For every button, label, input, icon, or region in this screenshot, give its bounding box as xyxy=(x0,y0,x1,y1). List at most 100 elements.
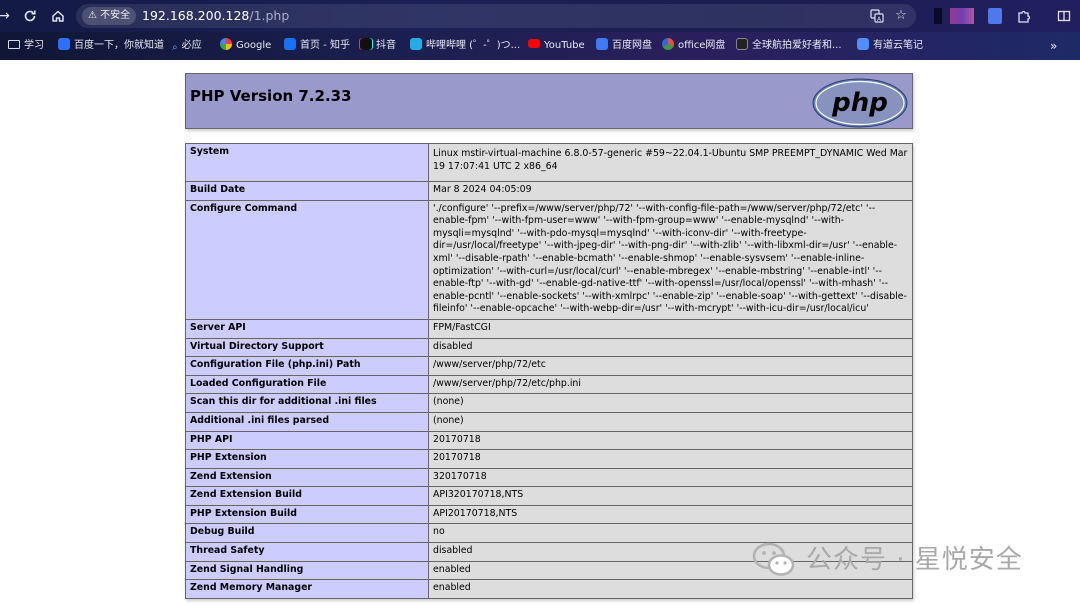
phpinfo-value: /www/server/php/72/etc xyxy=(428,356,913,376)
phpinfo-key: PHP API xyxy=(185,430,429,451)
bookmark-item[interactable]: 抖音 xyxy=(360,32,396,60)
phpinfo-row: Zend Memory Manager enabled xyxy=(185,579,913,599)
extension-icon[interactable] xyxy=(934,8,942,24)
bookmark-item-folder[interactable]: 学习 xyxy=(8,32,44,60)
phpinfo-value: FPM/FastCGI xyxy=(428,318,913,339)
bookmark-item[interactable]: office网盘 xyxy=(662,32,725,60)
phpinfo-key: Zend Extension xyxy=(185,467,429,488)
home-icon[interactable] xyxy=(48,6,68,26)
skypixel-icon xyxy=(736,38,748,50)
google-icon xyxy=(220,38,232,50)
phpinfo-value: './configure' '--prefix=/www/server/php/… xyxy=(428,199,913,320)
zhihu-icon xyxy=(284,38,296,50)
bookmarks-bar: 学习 百度一下，你就知道 ⌕ 必应 Google 首页 - 知乎 抖音 哔哩哔哩 … xyxy=(0,32,1080,60)
phpinfo-key: Zend Signal Handling xyxy=(185,560,429,581)
php-version-title: PHP Version 7.2.33 xyxy=(190,87,352,105)
extension-icon-2[interactable] xyxy=(988,8,1002,24)
phpinfo-value: API20170718,NTS xyxy=(428,504,913,525)
office-icon xyxy=(662,38,674,50)
phpinfo-row: Zend Signal Handling enabled xyxy=(185,560,913,581)
phpinfo-key: Zend Extension Build xyxy=(185,486,429,506)
youdao-note-icon xyxy=(857,38,869,50)
url-path: /1.php xyxy=(249,8,290,23)
phpinfo-key: Additional .ini files parsed xyxy=(185,411,429,432)
phpinfo-key: Thread Safety xyxy=(185,542,429,562)
bookmark-item[interactable]: 全球航拍爱好者和... xyxy=(736,32,842,60)
douyin-icon xyxy=(360,38,372,50)
bookmark-item[interactable]: 哔哩哔哩 (゜-゜)つ... xyxy=(410,32,520,60)
folder-icon xyxy=(8,40,20,49)
phpinfo-row: PHP API 20170718 xyxy=(185,430,913,451)
profile-avatar[interactable] xyxy=(950,8,974,24)
phpinfo-key: PHP Extension xyxy=(185,449,429,469)
phpinfo-row: Configure Command './configure' '--prefix… xyxy=(185,199,913,320)
phpinfo-key: Zend Memory Manager xyxy=(185,579,429,599)
reload-icon[interactable] xyxy=(20,6,40,26)
url-text[interactable]: 192.168.200.128/1.php xyxy=(142,4,289,28)
search-icon: ⌕ xyxy=(172,42,178,53)
phpinfo-key: Configure Command xyxy=(185,199,429,320)
phpinfo-value: 20170718 xyxy=(428,430,913,451)
phpinfo-row: Scan this dir for additional .ini files(… xyxy=(185,393,913,413)
phpinfo-container: PHP Version 7.2.33 php System Linux mstir… xyxy=(185,73,913,599)
phpinfo-key: System xyxy=(185,143,429,182)
phpinfo-row: Loaded Configuration File/www/server/php… xyxy=(185,374,913,395)
address-bar[interactable]: ⚠ 不安全 192.168.200.128/1.php A ☆ xyxy=(76,4,916,28)
phpinfo-row: Build Date Mar 8 2024 04:05:09 xyxy=(185,181,913,201)
bookmark-item[interactable]: 首页 - 知乎 xyxy=(284,32,350,60)
phpinfo-value: (none) xyxy=(428,393,913,413)
phpinfo-key: Build Date xyxy=(185,181,429,201)
url-host: 192.168.200.128 xyxy=(142,8,250,23)
more-bookmarks-icon[interactable]: » xyxy=(1050,32,1057,60)
bookmark-item[interactable]: 百度一下，你就知道 xyxy=(58,32,164,60)
bookmark-item[interactable]: 百度网盘 xyxy=(596,32,652,60)
wechat-icon xyxy=(752,542,795,576)
phpinfo-row: PHP Extension 20170718 xyxy=(185,449,913,469)
phpinfo-key: Configuration File (php.ini) Path xyxy=(185,356,429,376)
translate-icon[interactable]: A xyxy=(868,7,886,25)
bookmark-item[interactable]: Google xyxy=(220,32,271,60)
phpinfo-key: Debug Build xyxy=(185,523,429,544)
phpinfo-key: Server API xyxy=(185,318,429,339)
phpinfo-key: PHP Extension Build xyxy=(185,504,429,525)
bilibili-icon xyxy=(410,38,422,50)
phpinfo-row: Thread Safety disabled xyxy=(185,542,913,562)
phpinfo-value: 320170718 xyxy=(428,467,913,488)
phpinfo-value: (none) xyxy=(428,411,913,432)
phpinfo-value: 20170718 xyxy=(428,449,913,469)
phpinfo-row: Zend Extension 320170718 xyxy=(185,467,913,488)
phpinfo-table: System Linux mstir-virtual-machine 6.8.0-… xyxy=(185,143,913,599)
reading-mode-icon[interactable] xyxy=(1054,6,1074,26)
bookmark-star-icon[interactable]: ☆ xyxy=(892,7,910,25)
phpinfo-value: enabled xyxy=(428,579,913,599)
bookmark-item[interactable]: 有道云笔记 xyxy=(857,32,923,60)
phpinfo-row: PHP Extension Build API20170718,NTS xyxy=(185,504,913,525)
security-chip[interactable]: ⚠ 不安全 xyxy=(82,7,137,25)
browser-toolbar: → ⚠ 不安全 192.168.200.128/1.php A ☆ xyxy=(0,0,1080,32)
phpinfo-row: Debug Build no xyxy=(185,523,913,544)
puzzle-icon[interactable] xyxy=(1014,6,1034,26)
phpinfo-row: Virtual Directory Support disabled xyxy=(185,337,913,358)
security-label: 不安全 xyxy=(100,10,131,21)
bookmark-item[interactable]: YouTube xyxy=(528,32,585,60)
phpinfo-value: API320170718,NTS xyxy=(428,486,913,506)
phpinfo-row: Configuration File (php.ini) Path/www/se… xyxy=(185,356,913,376)
watermark-text: 公众号 · 星悦安全 xyxy=(806,545,1023,575)
phpinfo-row: Server API FPM/FastCGI xyxy=(185,318,913,339)
phpinfo-value: Mar 8 2024 04:05:09 xyxy=(428,181,913,201)
bookmark-item[interactable]: ⌕ 必应 xyxy=(172,32,202,60)
php-logo[interactable]: php xyxy=(812,78,908,128)
phpinfo-value: disabled xyxy=(428,337,913,358)
phpinfo-row: Additional .ini files parsed (none) xyxy=(185,411,913,432)
phpinfo-value: /www/server/php/72/etc/php.ini xyxy=(428,374,913,395)
phpinfo-row: System Linux mstir-virtual-machine 6.8.0-… xyxy=(185,143,913,182)
phpinfo-key: Virtual Directory Support xyxy=(185,337,429,358)
warning-icon: ⚠ xyxy=(88,10,97,21)
phpinfo-header: PHP Version 7.2.33 php xyxy=(185,73,913,129)
phpinfo-key: Scan this dir for additional .ini files xyxy=(185,393,429,413)
phpinfo-row: Zend Extension Build API320170718,NTS xyxy=(185,486,913,506)
phpinfo-value: Linux mstir-virtual-machine 6.8.0-57-gen… xyxy=(428,143,913,182)
forward-icon[interactable]: → xyxy=(0,6,14,26)
php-logo-text: php xyxy=(831,88,888,118)
youtube-icon xyxy=(528,39,540,48)
